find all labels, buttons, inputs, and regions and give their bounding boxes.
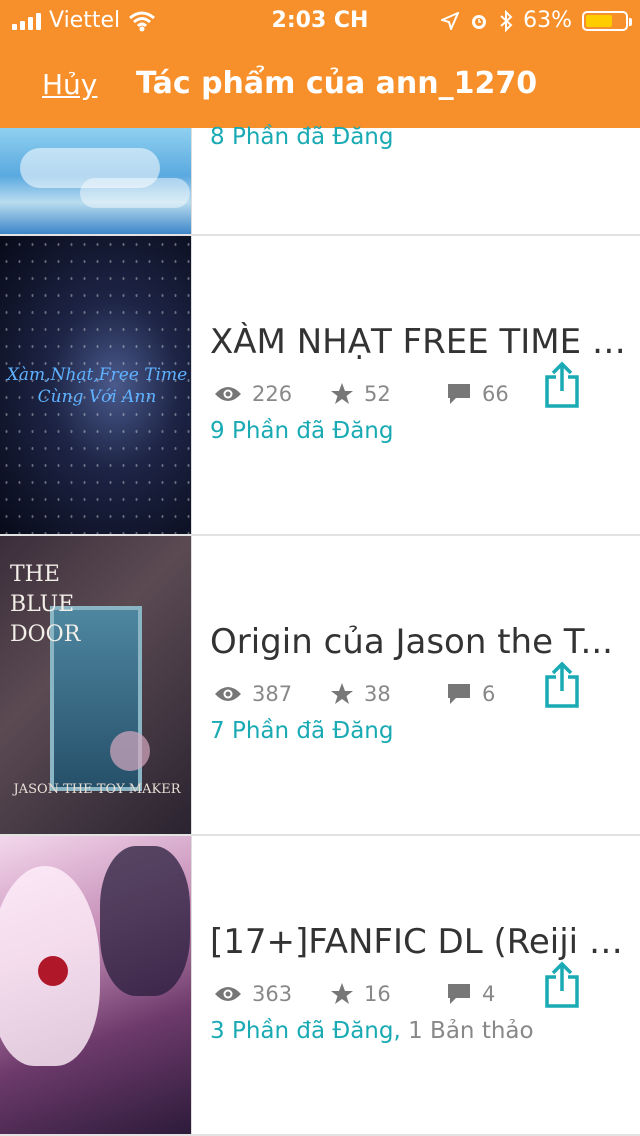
story-cover: Xàm,Nhạt,Free Time Cùng Với Ann [0, 236, 192, 534]
cover-title-text: THE BLUE DOOR [10, 562, 81, 647]
battery-percent: 63% [523, 8, 572, 33]
comment-icon [448, 684, 470, 704]
cover-title-text: Xàm,Nhạt,Free Time Cùng Với Ann [6, 365, 188, 407]
vote-count: 16 [364, 982, 391, 1006]
star-icon [331, 383, 353, 404]
story-cover: THE BLUE DOOR JASON THE TOY MAKER [0, 536, 192, 834]
battery-icon [582, 10, 632, 31]
story-parts: 3 Phần đã Đăng, [210, 1018, 401, 1044]
share-icon[interactable] [544, 661, 580, 709]
star-icon [331, 983, 353, 1004]
story-cover [0, 836, 192, 1134]
story-drafts: 1 Bản thảo [408, 1018, 534, 1044]
page-title: Tác phẩm của ann_1270 [136, 66, 538, 101]
star-icon [331, 683, 353, 704]
story-row[interactable]: THE BLUE DOOR JASON THE TOY MAKER Origin… [0, 536, 640, 836]
comment-count: 6 [482, 682, 496, 706]
vote-count: 52 [364, 382, 391, 406]
eye-icon [215, 687, 241, 701]
read-count: 226 [252, 382, 293, 406]
story-parts: 7 Phần đã Đăng [210, 718, 394, 744]
share-icon[interactable] [544, 961, 580, 1009]
location-arrow-icon [441, 11, 460, 30]
story-cover [0, 128, 192, 234]
eye-icon [215, 987, 241, 1001]
read-count: 387 [252, 682, 293, 706]
story-parts: 8 Phần đã Đăng [210, 124, 394, 150]
comment-count: 4 [482, 982, 496, 1006]
comment-icon [448, 984, 470, 1004]
story-row[interactable]: [17+]FANFIC DL (Reiji x... 363 16 4 3 Ph… [0, 836, 640, 1136]
header: Viettel 2:03 CH 63% Hủy Tác phẩm của ann… [0, 0, 640, 128]
alarm-icon [472, 14, 487, 29]
cover-subtitle-text: JASON THE TOY MAKER [13, 782, 181, 797]
story-row[interactable]: 8 Phần đã Đăng [0, 124, 640, 236]
story-title[interactable]: Origin của Jason the T... [210, 622, 630, 662]
bluetooth-icon [500, 9, 513, 32]
comment-icon [448, 384, 470, 404]
vote-count: 38 [364, 682, 391, 706]
cancel-button[interactable]: Hủy [42, 68, 97, 101]
nav-bar: Hủy Tác phẩm của ann_1270 [0, 60, 640, 112]
story-title[interactable]: [17+]FANFIC DL (Reiji x... [210, 922, 630, 962]
eye-icon [215, 387, 241, 401]
comment-count: 66 [482, 382, 509, 406]
status-bar: Viettel 2:03 CH 63% [0, 0, 640, 40]
share-icon[interactable] [544, 361, 580, 409]
story-parts: 9 Phần đã Đăng [210, 418, 394, 444]
story-list: 8 Phần đã Đăng Xàm,Nhạt,Free Time Cùng V… [0, 124, 640, 1136]
story-row[interactable]: Xàm,Nhạt,Free Time Cùng Với Ann XÀM NHẠT… [0, 236, 640, 536]
read-count: 363 [252, 982, 293, 1006]
story-title[interactable]: XÀM NHẠT FREE TIME c... [210, 322, 630, 362]
